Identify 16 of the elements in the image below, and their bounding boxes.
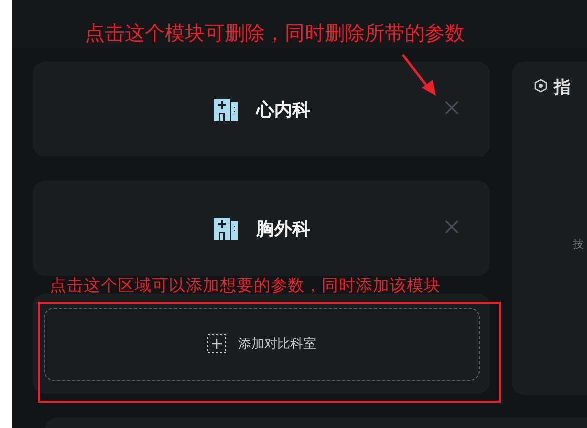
close-icon[interactable]	[444, 100, 460, 116]
hexagon-icon	[534, 79, 548, 93]
hospital-icon	[212, 98, 238, 122]
department-card[interactable]: 胸外科	[33, 181, 490, 276]
annotation-text: 点击这个区域可以添加想要的参数，同时添加该模块	[50, 277, 441, 294]
department-name: 胸外科	[256, 218, 310, 240]
panel-text: 技	[573, 237, 584, 252]
hospital-icon	[212, 216, 238, 240]
department-name: 心内科	[256, 98, 310, 122]
add-icon	[206, 334, 226, 354]
department-card[interactable]: 心内科	[33, 62, 490, 157]
add-button[interactable]: 添加对比科室	[44, 308, 480, 380]
close-icon[interactable]	[444, 219, 460, 235]
annotation-text: 点击这个模块可删除，同时删除所带的参数	[85, 20, 465, 47]
panel-title: 指	[554, 77, 571, 99]
annotation-arrow	[400, 52, 438, 98]
